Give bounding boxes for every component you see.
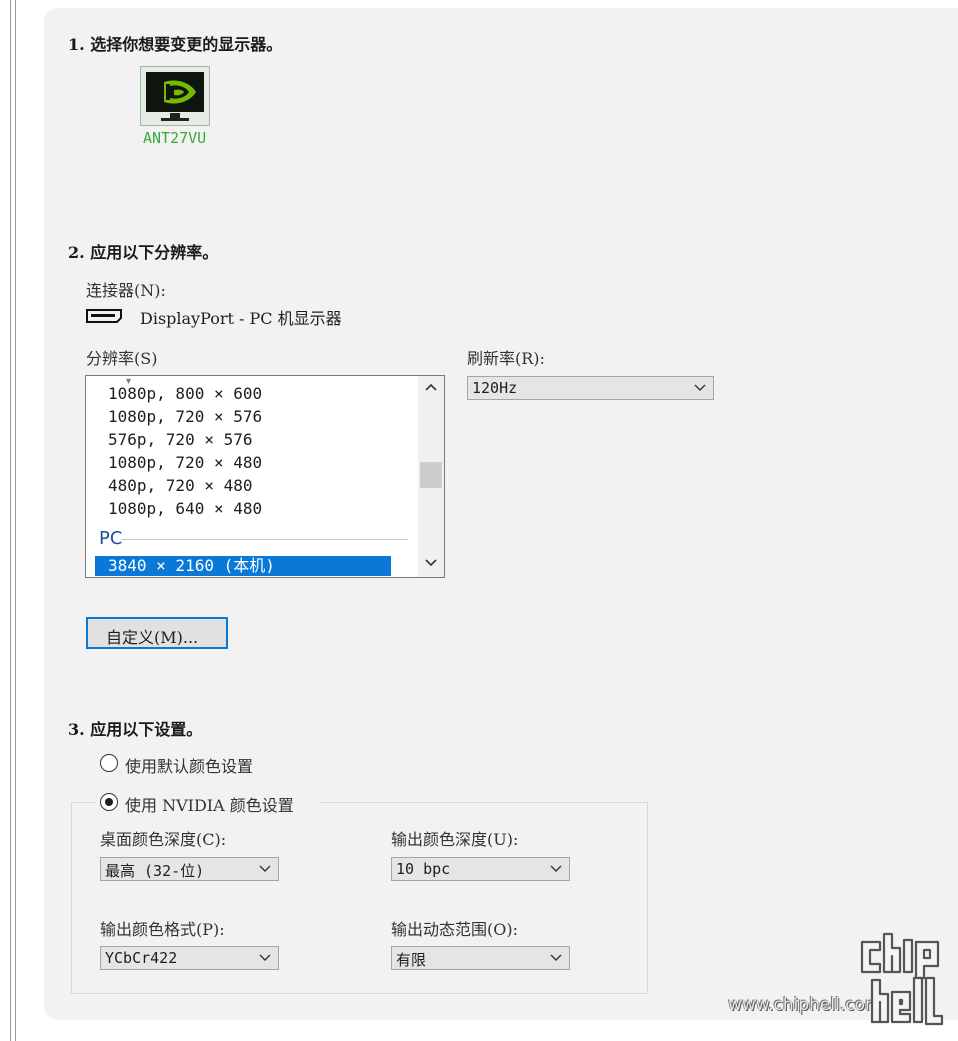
chiphell-logo [858,930,948,1030]
listbox-scrollbar[interactable] [418,376,444,577]
resolution-item[interactable]: 1080p, 720 × 480 [108,453,262,472]
resolution-item[interactable]: 1080p, 720 × 576 [108,407,262,426]
resolution-item[interactable]: 1080p, 640 × 480 [108,499,262,518]
custom-button-label: 自定义(M)... [106,628,199,647]
refresh-rate-select[interactable]: 120Hz [467,376,714,400]
chevron-down-icon [550,865,562,872]
step2-title: 2. 应用以下分辨率。 [68,243,219,262]
chevron-down-icon [259,954,271,961]
resolution-listbox[interactable]: ▾ 1080p, 800 × 600 1080p, 720 × 576 576p… [85,375,445,578]
output-color-depth-value: 10 bpc [396,860,451,878]
resolution-group-pc: PC [99,528,123,549]
radio-nvidia-color[interactable] [100,793,118,811]
desktop-color-depth-label: 桌面颜色深度(C): [100,830,227,849]
output-color-format-label: 输出颜色格式(P): [100,920,225,939]
refresh-rate-value: 120Hz [472,379,518,397]
desktop-color-depth-select[interactable]: 最高 (32-位) [100,857,279,881]
chevron-down-icon [694,384,706,391]
resolution-item[interactable]: 576p, 720 × 576 [108,430,253,449]
monitor-tile[interactable] [140,66,210,126]
window-border-left-inner [15,0,16,1041]
radio-selected-dot [105,798,113,806]
resolution-item-selected[interactable]: 3840 × 2160 (本机) [95,556,391,576]
scroll-down-arrow-icon[interactable] [425,556,437,568]
chevron-down-icon [550,954,562,961]
resolution-label: 分辨率(S) [86,349,158,368]
output-color-depth-label: 输出颜色深度(U): [391,830,519,849]
chevron-down-icon [259,865,271,872]
monitor-name[interactable]: ANT27VU [143,129,206,147]
displayport-icon [86,308,122,323]
refresh-rate-label: 刷新率(R): [467,349,545,368]
step1-title: 1. 选择你想要变更的显示器。 [68,35,283,54]
window-border-left [10,0,11,1041]
connector-value: DisplayPort - PC 机显示器 [140,309,342,328]
resolution-item[interactable]: 480p, 720 × 480 [108,476,253,495]
custom-resolution-button[interactable]: 自定义(M)... [86,617,228,649]
step3-title: 3. 应用以下设置。 [68,720,203,739]
output-color-format-value: YCbCr422 [105,949,178,967]
connector-label: 连接器(N): [86,281,166,300]
output-dynamic-range-label: 输出动态范围(O): [391,920,518,939]
nvidia-logo-icon [146,72,204,112]
monitor-base [161,118,189,121]
group-divider [122,539,408,540]
selected-resolution-label: 3840 × 2160 (本机) [108,556,275,575]
scroll-up-arrow-icon[interactable] [425,382,437,394]
radio-default-color[interactable] [100,754,118,772]
desktop-color-depth-value: 最高 (32-位) [105,862,205,880]
output-dynamic-range-select[interactable]: 有限 [391,946,570,970]
scrollbar-thumb[interactable] [420,462,442,488]
resolution-item[interactable]: 1080p, 800 × 600 [108,384,262,403]
output-color-format-select[interactable]: YCbCr422 [100,946,279,970]
radio-nvidia-color-label[interactable]: 使用 NVIDIA 颜色设置 [125,792,294,816]
radio-default-color-label[interactable]: 使用默认颜色设置 [125,753,253,777]
output-color-depth-select[interactable]: 10 bpc [391,857,570,881]
output-dynamic-range-value: 有限 [396,951,427,969]
